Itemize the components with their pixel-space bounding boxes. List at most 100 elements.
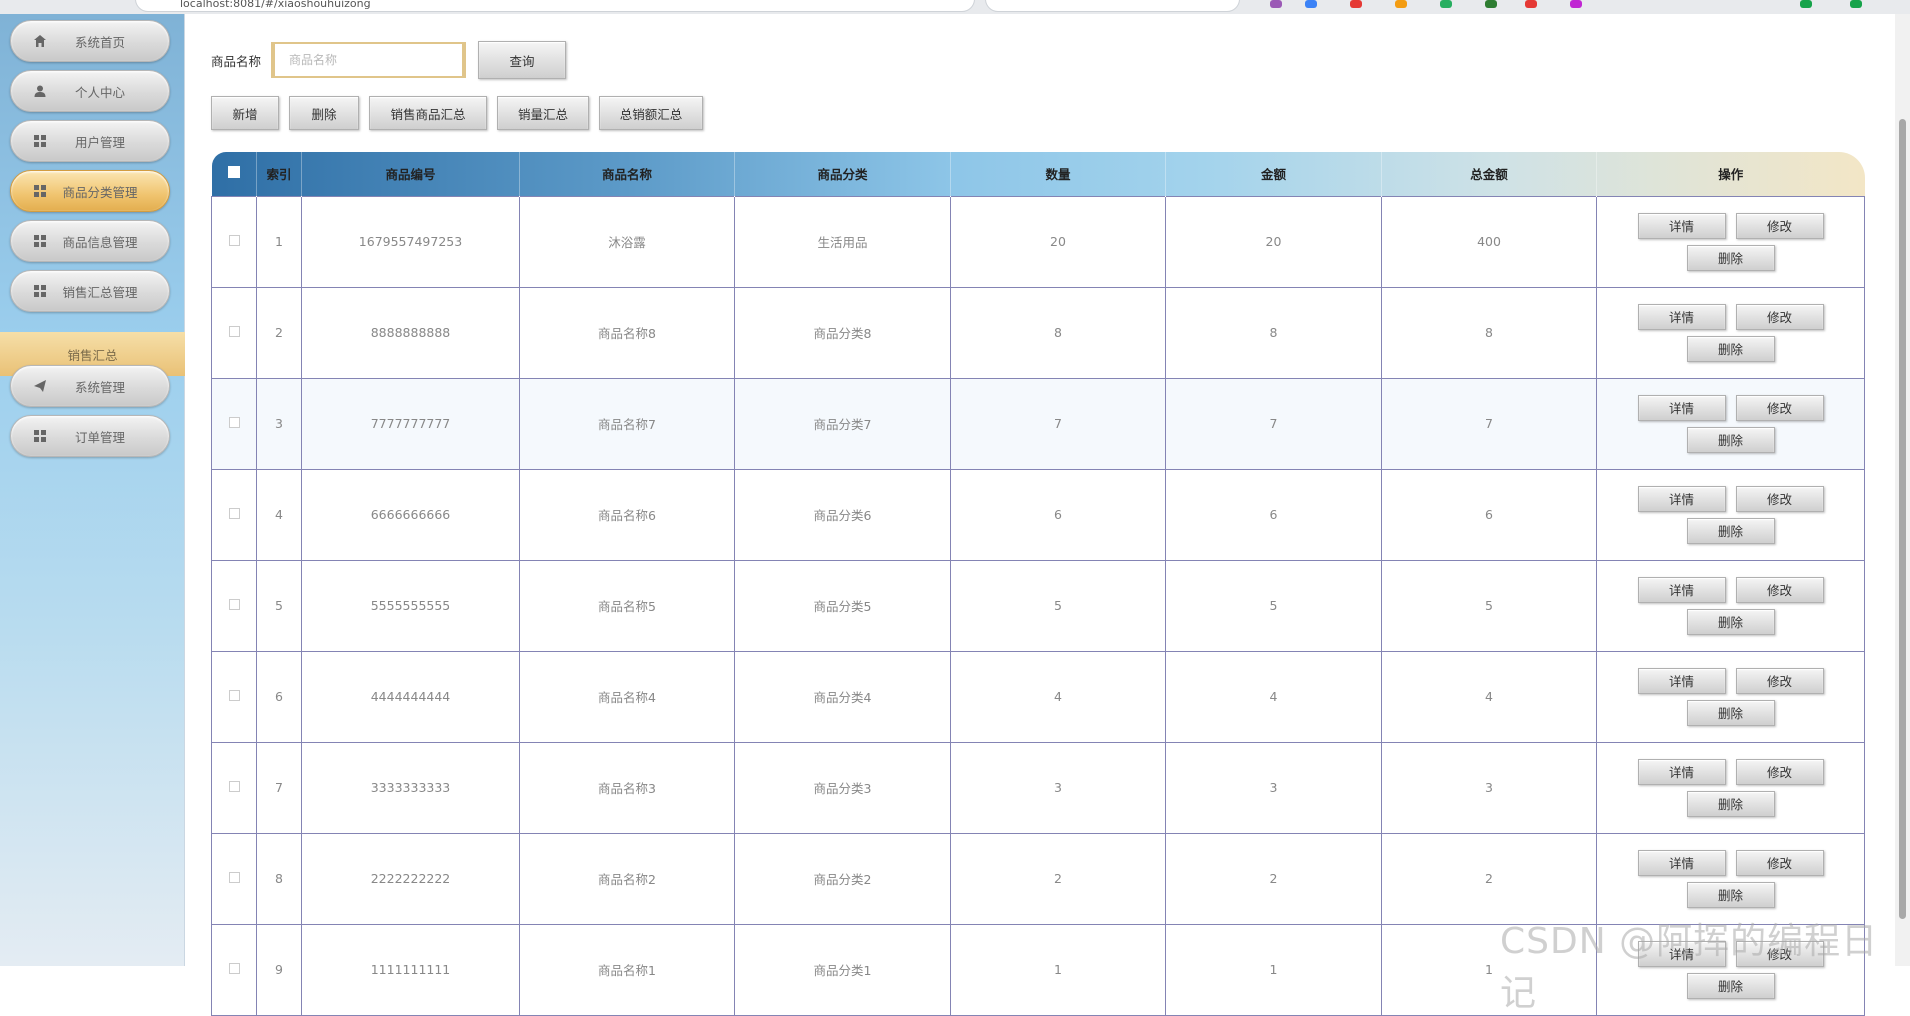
grid-icon: [29, 180, 51, 202]
detail-button[interactable]: 详情: [1637, 394, 1726, 421]
detail-button[interactable]: 详情: [1637, 303, 1726, 330]
header-total: 总金额: [1381, 152, 1597, 196]
search-input[interactable]: [271, 42, 467, 78]
query-button[interactable]: 查询: [478, 41, 567, 79]
scrollbar-thumb[interactable]: [1899, 119, 1906, 919]
sidebar-item-system[interactable]: 系统管理: [10, 365, 170, 407]
cell-category: 商品分类2: [734, 832, 951, 925]
extension-icon[interactable]: [1440, 0, 1452, 8]
extension-icon[interactable]: [1350, 0, 1362, 8]
detail-button[interactable]: 详情: [1637, 849, 1726, 876]
sidebar-item-label: 系统首页: [74, 34, 125, 50]
cell-code: 6666666666: [301, 468, 520, 561]
edit-button[interactable]: 修改: [1735, 303, 1824, 330]
extension-icon[interactable]: [1570, 0, 1582, 8]
sidebar-item-home[interactable]: 系统首页: [10, 20, 170, 62]
detail-button[interactable]: 详情: [1637, 667, 1726, 694]
sidebar-item-label: 订单管理: [74, 429, 125, 445]
cell-amount: 1: [1165, 923, 1382, 1016]
row-checkbox[interactable]: [228, 326, 240, 337]
delete-button[interactable]: 删除: [289, 96, 359, 130]
edit-button[interactable]: 修改: [1735, 485, 1824, 512]
cell-qty: 2: [950, 832, 1166, 925]
row-delete-button[interactable]: 删除: [1686, 790, 1775, 817]
cell-amount: 2: [1165, 832, 1382, 925]
add-button[interactable]: 新增: [211, 96, 279, 130]
detail-button[interactable]: 详情: [1637, 758, 1726, 785]
cell-category: 商品分类5: [734, 559, 951, 652]
extension-icon[interactable]: [1850, 0, 1862, 8]
row-checkbox[interactable]: [228, 872, 240, 883]
edit-button[interactable]: 修改: [1735, 849, 1824, 876]
extension-icon[interactable]: [1485, 0, 1497, 8]
cell-category: 商品分类4: [734, 650, 951, 743]
select-all-checkbox[interactable]: [227, 166, 240, 179]
user-icon: [29, 80, 51, 102]
row-delete-button[interactable]: 删除: [1686, 426, 1775, 453]
sidebar-item-category[interactable]: 商品分类管理: [10, 170, 170, 212]
extension-icon[interactable]: [1800, 0, 1812, 8]
row-select-cell: [211, 923, 257, 1016]
extension-icon[interactable]: [1305, 0, 1317, 8]
table-row: 8 2222222222 商品名称2 商品分类2 2 2 2 详情 修改 删除: [211, 832, 1865, 925]
row-checkbox[interactable]: [228, 599, 240, 610]
cell-ops: 详情 修改删除: [1596, 559, 1865, 652]
row-checkbox[interactable]: [228, 508, 240, 519]
grid-icon: [29, 130, 51, 152]
edit-button[interactable]: 修改: [1735, 576, 1824, 603]
row-delete-button[interactable]: 删除: [1686, 881, 1775, 908]
extension-icon[interactable]: [1395, 0, 1407, 8]
cell-code: 2222222222: [301, 832, 520, 925]
table-row: 6 4444444444 商品名称4 商品分类4 4 4 4 详情 修改 删除: [211, 650, 1865, 743]
row-delete-button[interactable]: 删除: [1686, 699, 1775, 726]
table-row: 5 5555555555 商品名称5 商品分类5 5 5 5 详情 修改 删除: [211, 559, 1865, 652]
row-delete-button[interactable]: 删除: [1686, 608, 1775, 635]
cell-name: 商品名称4: [519, 650, 735, 743]
search-label: 商品名称: [211, 53, 262, 69]
sidebar-item-label: 系统管理: [74, 379, 125, 395]
sidebar-item-label: 用户管理: [74, 134, 125, 150]
edit-button[interactable]: 修改: [1735, 394, 1824, 421]
page-scrollbar[interactable]: [1895, 14, 1910, 966]
extension-icon[interactable]: [1525, 0, 1537, 8]
row-delete-button[interactable]: 删除: [1686, 335, 1775, 362]
row-delete-button[interactable]: 删除: [1686, 517, 1775, 544]
cell-qty: 5: [950, 559, 1166, 652]
row-checkbox[interactable]: [228, 690, 240, 701]
extension-icon[interactable]: [1270, 0, 1282, 8]
cell-code: 8888888888: [301, 286, 520, 379]
total-summary-button[interactable]: 总销额汇总: [599, 96, 703, 130]
browser-search-box[interactable]: [985, 0, 1240, 12]
sidebar-item-product-info[interactable]: 商品信息管理: [10, 220, 170, 262]
row-checkbox[interactable]: [228, 781, 240, 792]
table-row: 1 1679557497253 沐浴露 生活用品 20 20 400 详情 修改 删除: [211, 195, 1865, 288]
sidebar-item-label: 商品分类管理: [62, 184, 138, 200]
sidebar-item-sales-summary[interactable]: 销售汇总管理: [10, 270, 170, 312]
row-delete-button[interactable]: 删除: [1686, 244, 1775, 271]
action-toolbar: 新增 删除 销售商品汇总 销量汇总 总销额汇总: [211, 96, 703, 130]
detail-button[interactable]: 详情: [1637, 212, 1726, 239]
row-checkbox[interactable]: [228, 963, 240, 974]
row-select-cell: [211, 650, 257, 743]
sidebar-item-orders[interactable]: 订单管理: [10, 415, 170, 457]
detail-button[interactable]: 详情: [1637, 576, 1726, 603]
cell-index: 4: [256, 468, 302, 561]
row-select-cell: [211, 468, 257, 561]
edit-button[interactable]: 修改: [1735, 758, 1824, 785]
address-text: localhost:8081/#/xiaoshouhuizong: [180, 0, 371, 10]
quantity-summary-button[interactable]: 销量汇总: [497, 96, 589, 130]
detail-button[interactable]: 详情: [1637, 485, 1726, 512]
row-checkbox[interactable]: [228, 235, 240, 246]
sidebar-item-users[interactable]: 用户管理: [10, 120, 170, 162]
cell-category: 商品分类1: [734, 923, 951, 1016]
sidebar-item-profile[interactable]: 个人中心: [10, 70, 170, 112]
cell-amount: 4: [1165, 650, 1382, 743]
edit-button[interactable]: 修改: [1735, 212, 1824, 239]
edit-button[interactable]: 修改: [1735, 667, 1824, 694]
cell-total: 4: [1381, 650, 1597, 743]
cell-amount: 8: [1165, 286, 1382, 379]
cell-qty: 20: [950, 195, 1166, 288]
select-all-cell: [212, 152, 257, 196]
sales-summary-button[interactable]: 销售商品汇总: [369, 96, 487, 130]
row-checkbox[interactable]: [228, 417, 240, 428]
